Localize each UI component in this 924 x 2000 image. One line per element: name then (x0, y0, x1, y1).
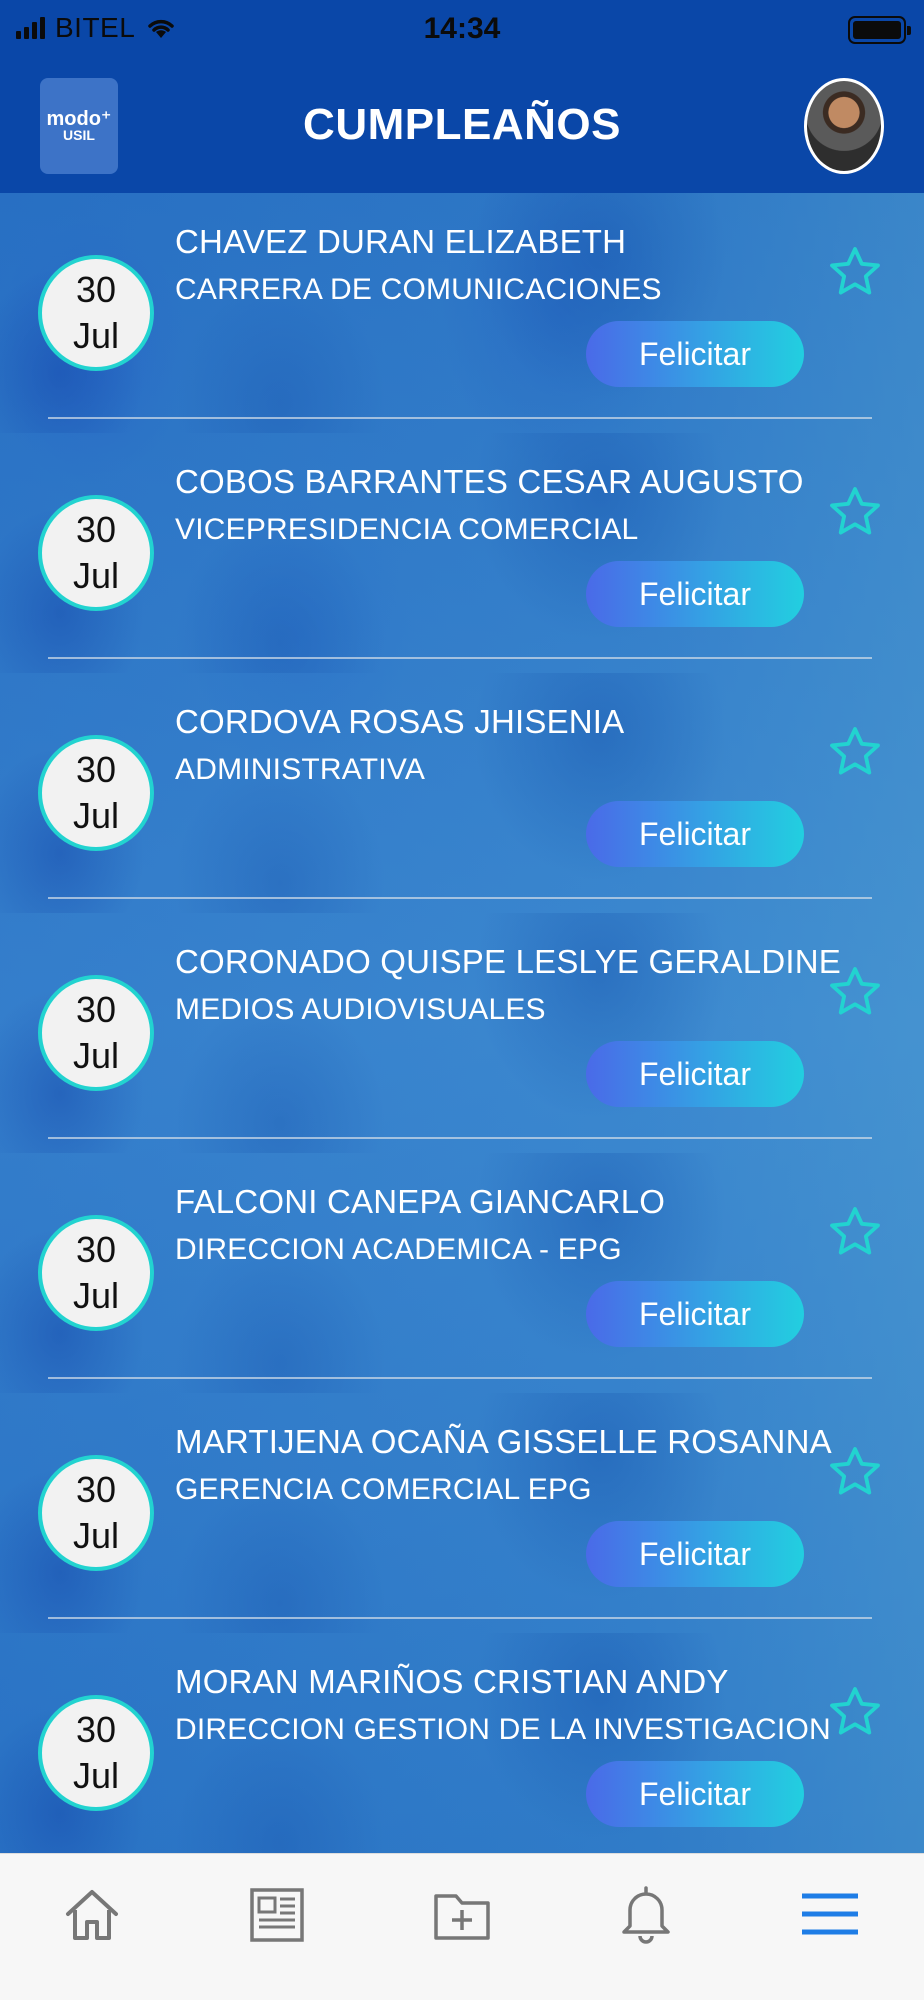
home-icon (66, 1890, 118, 1940)
birthday-item: 30 Jul CHAVEZ DURAN ELIZABETH CARRERA DE… (0, 193, 924, 433)
birthday-item: 30 Jul MARTIJENA OCAÑA GISSELLE ROSANNA … (0, 1393, 924, 1633)
person-name: CORONADO QUISPE LESLYE GERALDINE (175, 943, 841, 980)
felicitar-button[interactable]: Felicitar (586, 1761, 804, 1827)
date-badge: 30 Jul (38, 975, 154, 1091)
star-icon[interactable] (826, 1203, 884, 1261)
app-header: modo⁺ USIL CUMPLEAÑOS (0, 62, 924, 193)
bell-icon (622, 1886, 670, 1944)
battery-icon (848, 16, 911, 44)
person-department: MEDIOS AUDIOVISUALES (175, 993, 546, 1026)
row-divider (48, 417, 872, 419)
date-day: 30 (75, 749, 117, 790)
person-department: VICEPRESIDENCIA COMERCIAL (175, 513, 639, 546)
date-day: 30 (75, 1709, 117, 1750)
status-time: 14:34 (423, 12, 501, 45)
date-month: Jul (72, 315, 120, 356)
status-bar: BITEL 14:34 (0, 0, 924, 62)
date-badge: 30 Jul (38, 1455, 154, 1571)
menu-icon (802, 1893, 858, 1935)
person-name: FALCONI CANEPA GIANCARLO (175, 1183, 666, 1220)
date-month: Jul (72, 1515, 120, 1556)
felicitar-button[interactable]: Felicitar (586, 321, 804, 387)
nav-menu[interactable] (790, 1874, 870, 1954)
date-badge: 30 Jul (38, 495, 154, 611)
folder-add-icon (434, 1894, 490, 1940)
date-badge: 30 Jul (38, 255, 154, 371)
bottom-nav (0, 1853, 924, 2000)
felicitar-button[interactable]: Felicitar (586, 561, 804, 627)
news-icon (250, 1888, 304, 1942)
person-department: DIRECCION GESTION DE LA INVESTIGACION (175, 1713, 831, 1746)
date-month: Jul (72, 795, 120, 836)
date-day: 30 (75, 1229, 117, 1270)
star-icon[interactable] (826, 1443, 884, 1501)
person-department: DIRECCION ACADEMICA - EPG (175, 1233, 622, 1266)
date-day: 30 (75, 269, 117, 310)
birthday-item: 30 Jul CORONADO QUISPE LESLYE GERALDINE … (0, 913, 924, 1153)
date-day: 30 (75, 1469, 117, 1510)
birthday-item: 30 Jul MORAN MARIÑOS CRISTIAN ANDY DIREC… (0, 1633, 924, 1853)
row-divider (48, 897, 872, 899)
row-divider (48, 1137, 872, 1139)
person-name: CHAVEZ DURAN ELIZABETH (175, 223, 627, 260)
star-icon[interactable] (826, 723, 884, 781)
birthday-item: 30 Jul CORDOVA ROSAS JHISENIA ADMINISTRA… (0, 673, 924, 913)
date-month: Jul (72, 555, 120, 596)
date-badge: 30 Jul (38, 1695, 154, 1811)
person-department: GERENCIA COMERCIAL EPG (175, 1473, 592, 1506)
date-day: 30 (75, 509, 117, 550)
nav-notifications[interactable] (606, 1874, 686, 1954)
star-icon[interactable] (826, 1683, 884, 1741)
nav-home[interactable] (52, 1874, 132, 1954)
person-name: COBOS BARRANTES CESAR AUGUSTO (175, 463, 804, 500)
date-month: Jul (72, 1035, 120, 1076)
date-day: 30 (75, 989, 117, 1030)
person-department: CARRERA DE COMUNICACIONES (175, 273, 662, 306)
nav-folder-add[interactable] (422, 1874, 502, 1954)
nav-news[interactable] (236, 1874, 316, 1954)
person-name: MARTIJENA OCAÑA GISSELLE ROSANNA (175, 1423, 832, 1460)
birthday-item: 30 Jul FALCONI CANEPA GIANCARLO DIRECCIO… (0, 1153, 924, 1393)
row-divider (48, 657, 872, 659)
row-divider (48, 1377, 872, 1379)
star-icon[interactable] (826, 243, 884, 301)
person-name: MORAN MARIÑOS CRISTIAN ANDY (175, 1663, 729, 1700)
person-department: ADMINISTRATIVA (175, 753, 426, 786)
felicitar-button[interactable]: Felicitar (586, 801, 804, 867)
felicitar-button[interactable]: Felicitar (586, 1041, 804, 1107)
date-badge: 30 Jul (38, 1215, 154, 1331)
birthday-list[interactable]: 30 Jul CHAVEZ DURAN ELIZABETH CARRERA DE… (0, 193, 924, 1853)
felicitar-button[interactable]: Felicitar (586, 1281, 804, 1347)
row-divider (48, 1617, 872, 1619)
page-title: CUMPLEAÑOS (303, 100, 621, 149)
felicitar-button[interactable]: Felicitar (586, 1521, 804, 1587)
birthday-item: 30 Jul COBOS BARRANTES CESAR AUGUSTO VIC… (0, 433, 924, 673)
date-month: Jul (72, 1755, 120, 1796)
person-name: CORDOVA ROSAS JHISENIA (175, 703, 625, 740)
star-icon[interactable] (826, 963, 884, 1021)
date-badge: 30 Jul (38, 735, 154, 851)
star-icon[interactable] (826, 483, 884, 541)
user-avatar[interactable] (804, 78, 884, 174)
date-month: Jul (72, 1275, 120, 1316)
